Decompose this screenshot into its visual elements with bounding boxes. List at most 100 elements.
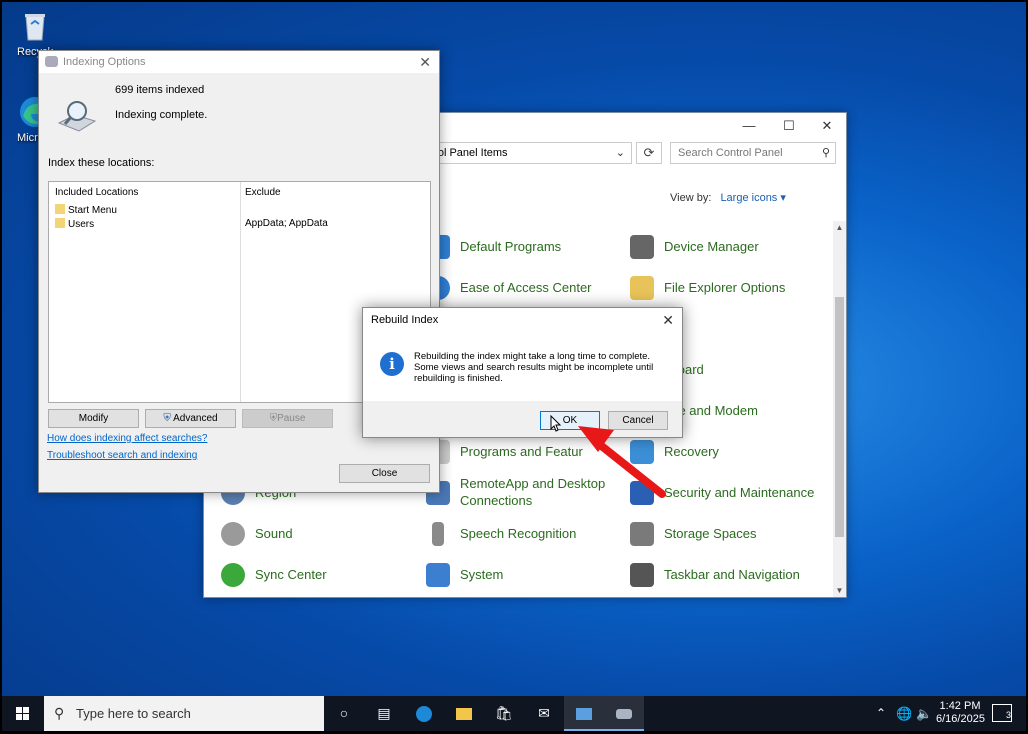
cp-item[interactable]: Sound: [221, 522, 293, 546]
cp-item-label: System: [460, 567, 504, 582]
store-icon[interactable]: 🛍: [484, 696, 524, 731]
cortana-icon[interactable]: ○: [324, 696, 364, 731]
indexing-titlebar[interactable]: Indexing Options ✕: [39, 51, 439, 73]
folder-icon: [55, 204, 65, 214]
indexing-title-icon: [45, 56, 58, 67]
dialog-title: Rebuild Index: [371, 314, 439, 326]
search-input[interactable]: Search Control Panel ⚲: [670, 142, 836, 164]
exclude-value: AppData; AppData: [245, 218, 328, 229]
modify-button[interactable]: Modify: [48, 409, 139, 428]
cp-item[interactable]: Storage Spaces: [630, 522, 757, 546]
cp-item-label: Programs and Featur: [460, 444, 583, 459]
recycle-bin-icon: [17, 8, 53, 44]
folder-icon: [55, 218, 65, 228]
clock[interactable]: 1:42 PM 6/16/2025: [936, 700, 985, 726]
close-button[interactable]: Close: [339, 464, 430, 483]
close-button[interactable]: ✕: [812, 117, 842, 135]
microphone-icon: [432, 522, 444, 546]
cp-item[interactable]: Device Manager: [630, 235, 759, 259]
desktop: Recycle Bin Microsoft Edge — ☐ ✕ ntrol P…: [2, 2, 1026, 696]
security-flag-icon: [630, 481, 654, 505]
indexing-help-link[interactable]: How does indexing affect searches?: [47, 433, 207, 444]
speaker-icon: [221, 522, 245, 546]
search-placeholder: Search Control Panel: [678, 147, 783, 159]
pause-button[interactable]: ⛨Pause: [242, 409, 333, 428]
mouse-cursor-icon: [550, 415, 562, 432]
taskbar-search-input[interactable]: ⚲ Type here to search: [44, 696, 324, 731]
troubleshoot-link[interactable]: Troubleshoot search and indexing: [47, 450, 197, 461]
table-row[interactable]: Users: [55, 218, 94, 230]
col-header-included[interactable]: Included Locations: [55, 187, 138, 198]
advanced-label: Advanced: [173, 413, 218, 424]
info-icon: i: [380, 352, 404, 376]
table-row[interactable]: Start Menu: [55, 204, 117, 216]
volume-icon[interactable]: 🔈: [916, 696, 932, 731]
rebuild-titlebar[interactable]: Rebuild Index ✕: [363, 308, 682, 332]
device-manager-icon: [630, 235, 654, 259]
cp-item[interactable]: Recovery: [630, 440, 719, 464]
chevron-down-icon[interactable]: ⌄: [616, 143, 625, 163]
cp-item[interactable]: System: [426, 563, 504, 587]
cp-item[interactable]: Security and Maintenance: [630, 481, 815, 505]
cp-item[interactable]: Ease of Access Center: [426, 276, 592, 300]
dialog-title: Indexing Options: [63, 56, 146, 68]
edge-taskbar-icon[interactable]: [404, 696, 444, 731]
show-hidden-icons-icon[interactable]: ⌃: [876, 696, 886, 731]
close-icon[interactable]: ✕: [419, 51, 431, 73]
cp-item-label: Taskbar and Navigation: [664, 567, 800, 582]
cp-item-label: Ease of Access Center: [460, 280, 592, 295]
mail-icon[interactable]: ✉: [524, 696, 564, 731]
scroll-down-icon[interactable]: ▼: [833, 586, 846, 595]
cp-item-label: Sync Center: [255, 567, 327, 582]
network-icon[interactable]: 🌐: [896, 696, 912, 731]
location-name: Users: [68, 219, 95, 230]
minimize-button[interactable]: —: [734, 117, 764, 135]
close-icon[interactable]: ✕: [662, 308, 674, 332]
scrollbar-thumb[interactable]: [835, 297, 844, 537]
view-by-label: View by:: [670, 192, 712, 204]
file-explorer-icon[interactable]: [444, 696, 484, 731]
search-icon[interactable]: ⚲: [822, 143, 830, 163]
col-header-exclude[interactable]: Exclude: [245, 187, 281, 198]
dialog-footer: OK Cancel: [363, 401, 682, 437]
indexing-status: Indexing complete.: [115, 109, 208, 121]
locations-label: Index these locations:: [48, 157, 155, 169]
pause-label: Pause: [277, 413, 306, 424]
taskbar: ⚲ Type here to search ○ ▤ 🛍 ✉ ⌃ 🌐 🔈 1:42…: [2, 696, 1026, 731]
cancel-button[interactable]: Cancel: [608, 411, 668, 430]
advanced-button[interactable]: ⛨ Advanced: [145, 409, 236, 428]
scrollbar[interactable]: ▲ ▼: [833, 221, 846, 597]
cp-item-label: Security and Maintenance: [664, 485, 815, 500]
clock-time: 1:42 PM: [939, 700, 981, 712]
cp-item-label: Default Programs: [460, 239, 562, 254]
maximize-button[interactable]: ☐: [774, 117, 804, 135]
refresh-button[interactable]: ⟳: [636, 142, 662, 164]
cp-item[interactable]: Programs and Featur: [426, 440, 583, 464]
notification-count: 3: [1005, 710, 1011, 720]
cp-item[interactable]: Sync Center: [221, 563, 327, 587]
cp-item-label: File Explorer Options: [664, 280, 786, 295]
cp-item[interactable]: Speech Recognition: [432, 522, 576, 546]
cp-item[interactable]: Default Programs: [426, 235, 562, 259]
cp-item[interactable]: File Explorer Options: [630, 276, 786, 300]
start-button[interactable]: [2, 696, 42, 731]
search-placeholder: Type here to search: [76, 706, 191, 721]
recovery-icon: [630, 440, 654, 464]
cp-item-label: RemoteApp and Desktop Connections: [460, 476, 606, 508]
indexing-magnifier-icon: [55, 97, 99, 133]
cp-item-label: Recovery: [664, 444, 719, 459]
rebuild-index-dialog: Rebuild Index ✕ i Rebuilding the index m…: [362, 307, 683, 438]
ok-button[interactable]: OK: [540, 411, 600, 430]
control-panel-taskbar-icon[interactable]: [564, 696, 604, 731]
scroll-up-icon[interactable]: ▲: [833, 223, 846, 232]
cp-item-label: Sound: [255, 526, 293, 541]
notification-center-icon[interactable]: 3: [992, 704, 1012, 722]
cp-item[interactable]: Taskbar and Navigation: [630, 563, 800, 587]
indexing-taskbar-icon[interactable]: [604, 696, 644, 731]
view-by: View by: Large icons ▾: [670, 191, 786, 204]
items-indexed-count: 699 items indexed: [115, 84, 205, 96]
search-icon: ⚲: [54, 705, 65, 721]
task-view-icon[interactable]: ▤: [364, 696, 404, 731]
view-by-dropdown[interactable]: Large icons ▾: [720, 192, 785, 204]
cp-item[interactable]: RemoteApp and Desktop Connections: [426, 475, 620, 509]
